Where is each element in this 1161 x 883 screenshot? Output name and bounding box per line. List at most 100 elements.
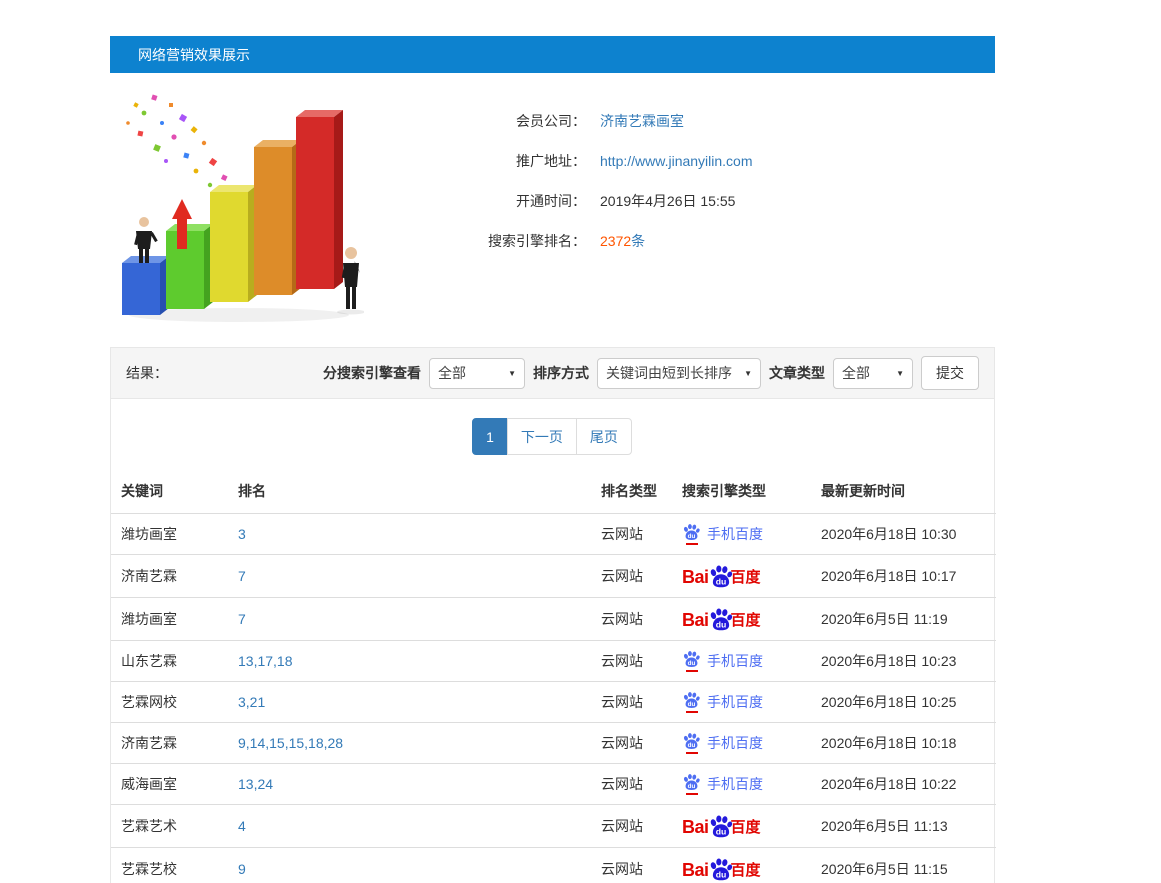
pagination-page-1[interactable]: 1 <box>472 418 508 455</box>
keyword-cell: 艺霖艺术 <box>111 805 228 848</box>
rank-link[interactable]: 13,24 <box>238 776 273 792</box>
results-panel: 1 下一页 尾页 关键词 排名 排名类型 搜索引擎类型 最新更新时间 潍坊画室 … <box>110 399 995 883</box>
red-underline <box>686 543 698 545</box>
open-time-label: 开通时间： <box>386 191 586 211</box>
engine-rank-label: 搜索引擎排名： <box>386 231 586 251</box>
company-link[interactable]: 济南艺霖画室 <box>600 111 684 131</box>
keyword-cell: 济南艺霖 <box>111 555 228 598</box>
baidu-logo: Bai du 百度 <box>682 564 761 588</box>
rank-link[interactable]: 9 <box>238 861 246 877</box>
rank-type-cell: 云网站 <box>591 514 672 555</box>
rank-link[interactable]: 4 <box>238 818 246 834</box>
submit-button[interactable]: 提交 <box>921 356 979 390</box>
table-row: 山东艺霖 13,17,18 云网站 du 手机百度 <box>111 641 996 682</box>
svg-text:du: du <box>715 870 726 880</box>
rank-link[interactable]: 7 <box>238 568 246 584</box>
red-underline <box>686 752 698 754</box>
chevron-down-icon: ▼ <box>734 369 752 378</box>
info-row-ranking: 搜索引擎排名： 2372条 <box>386 221 753 261</box>
rank-type-cell: 云网站 <box>591 598 672 641</box>
updated-cell: 2020年6月18日 10:17 <box>811 555 996 598</box>
table-row: 潍坊画室 7 云网站 Bai du 百度 2020年6月5日 11:19 <box>111 598 996 641</box>
baidu-logo: Bai du 百度 <box>682 814 761 838</box>
updated-cell: 2020年6月18日 10:30 <box>811 514 996 555</box>
bar-red <box>296 110 343 289</box>
rank-link[interactable]: 3,21 <box>238 694 265 710</box>
updated-cell: 2020年6月18日 10:25 <box>811 682 996 723</box>
mobile-baidu-label: 手机百度 <box>707 651 763 671</box>
rank-count: 2372 <box>600 233 631 249</box>
rank-type-cell: 云网站 <box>591 723 672 764</box>
table-row: 威海画室 13,24 云网站 du 手机百度 <box>111 764 996 805</box>
rank-link[interactable]: 7 <box>238 611 246 627</box>
info-row-company: 会员公司： 济南艺霖画室 <box>386 101 753 141</box>
table-row: 济南艺霖 9,14,15,15,18,28 云网站 du 手机百度 <box>111 723 996 764</box>
svg-text:du: du <box>715 577 726 587</box>
updated-cell: 2020年6月5日 11:13 <box>811 805 996 848</box>
mobile-baidu-label: 手机百度 <box>707 774 763 794</box>
header-rank-type: 排名类型 <box>591 469 672 514</box>
article-type-select[interactable]: 全部 ▼ <box>833 358 913 389</box>
header-keyword: 关键词 <box>111 469 228 514</box>
red-underline <box>686 793 698 795</box>
chevron-down-icon: ▼ <box>498 369 516 378</box>
filter-controls: 分搜索引擎查看 全部 ▼ 排序方式 关键词由短到长排序 ▼ 文章类型 全部 ▼ … <box>323 356 979 390</box>
mobile-baidu-logo: du 手机百度 <box>682 732 763 754</box>
keyword-cell: 潍坊画室 <box>111 514 228 555</box>
article-select-value: 全部 <box>842 363 870 383</box>
pagination: 1 下一页 尾页 <box>111 399 994 455</box>
info-row-url: 推广地址： http://www.jinanyilin.com <box>386 141 753 181</box>
keyword-cell: 山东艺霖 <box>111 641 228 682</box>
open-time-value: 2019年4月26日 15:55 <box>600 191 735 211</box>
baidu-logo: Bai du 百度 <box>682 857 761 881</box>
info-fields: 会员公司： 济南艺霖画室 推广地址： http://www.jinanyilin… <box>386 87 753 333</box>
info-row-opened: 开通时间： 2019年4月26日 15:55 <box>386 181 753 221</box>
page-title: 网络营销效果展示 <box>138 45 250 65</box>
rank-type-cell: 云网站 <box>591 641 672 682</box>
keyword-cell: 威海画室 <box>111 764 228 805</box>
bar-green <box>166 224 213 309</box>
baidu-paw-icon: du <box>682 650 701 672</box>
baidu-paw-icon: du <box>682 523 701 545</box>
updated-cell: 2020年6月5日 11:19 <box>811 598 996 641</box>
chevron-down-icon: ▼ <box>886 369 904 378</box>
table-row: 济南艺霖 7 云网站 Bai du 百度 2020年6月18日 10:17 <box>111 555 996 598</box>
table-row: 艺霖艺术 4 云网站 Bai du 百度 2020年6月5日 11:13 <box>111 805 996 848</box>
article-type-label: 文章类型 <box>769 363 825 383</box>
engine-select[interactable]: 全部 ▼ <box>429 358 525 389</box>
mobile-baidu-label: 手机百度 <box>707 692 763 712</box>
baidu-suffix-text: 百度 <box>731 859 761 881</box>
svg-text:du: du <box>688 660 696 667</box>
updated-cell: 2020年6月18日 10:23 <box>811 641 996 682</box>
rankings-table: 关键词 排名 排名类型 搜索引擎类型 最新更新时间 潍坊画室 3 云网站 <box>111 469 996 883</box>
company-label: 会员公司： <box>386 111 586 131</box>
rank-unit: 条 <box>631 233 645 249</box>
mobile-baidu-label: 手机百度 <box>707 524 763 544</box>
rank-link[interactable]: 3 <box>238 526 246 542</box>
keyword-cell: 潍坊画室 <box>111 598 228 641</box>
header-rank: 排名 <box>228 469 591 514</box>
engine-select-value: 全部 <box>438 363 466 383</box>
updated-cell: 2020年6月5日 11:15 <box>811 848 996 883</box>
baidu-bai-text: Bai <box>682 817 709 838</box>
rank-link[interactable]: 13,17,18 <box>238 653 293 669</box>
svg-text:du: du <box>715 827 726 837</box>
pagination-last-button[interactable]: 尾页 <box>576 418 632 455</box>
info-section: 会员公司： 济南艺霖画室 推广地址： http://www.jinanyilin… <box>110 73 995 341</box>
svg-text:du: du <box>688 742 696 749</box>
svg-text:du: du <box>688 533 696 540</box>
marketing-growth-chart-image <box>114 87 364 324</box>
pagination-next-button[interactable]: 下一页 <box>507 418 577 455</box>
rank-link[interactable]: 9,14,15,15,18,28 <box>238 735 343 751</box>
baidu-paw-icon: du <box>682 773 701 795</box>
promo-url-link[interactable]: http://www.jinanyilin.com <box>600 153 753 169</box>
sort-select[interactable]: 关键词由短到长排序 ▼ <box>597 358 761 389</box>
bar-yellow <box>210 185 257 302</box>
table-row: 艺霖艺校 9 云网站 Bai du 百度 2020年6月5日 11:15 <box>111 848 996 883</box>
filter-bar: 结果： 分搜索引擎查看 全部 ▼ 排序方式 关键词由短到长排序 ▼ 文章类型 全… <box>110 347 995 399</box>
table-row: 潍坊画室 3 云网站 du 手机百度 20 <box>111 514 996 555</box>
baidu-paw-icon: du <box>682 691 701 713</box>
header-updated: 最新更新时间 <box>811 469 996 514</box>
baidu-logo: Bai du 百度 <box>682 607 761 631</box>
table-row: 艺霖网校 3,21 云网站 du 手机百度 <box>111 682 996 723</box>
